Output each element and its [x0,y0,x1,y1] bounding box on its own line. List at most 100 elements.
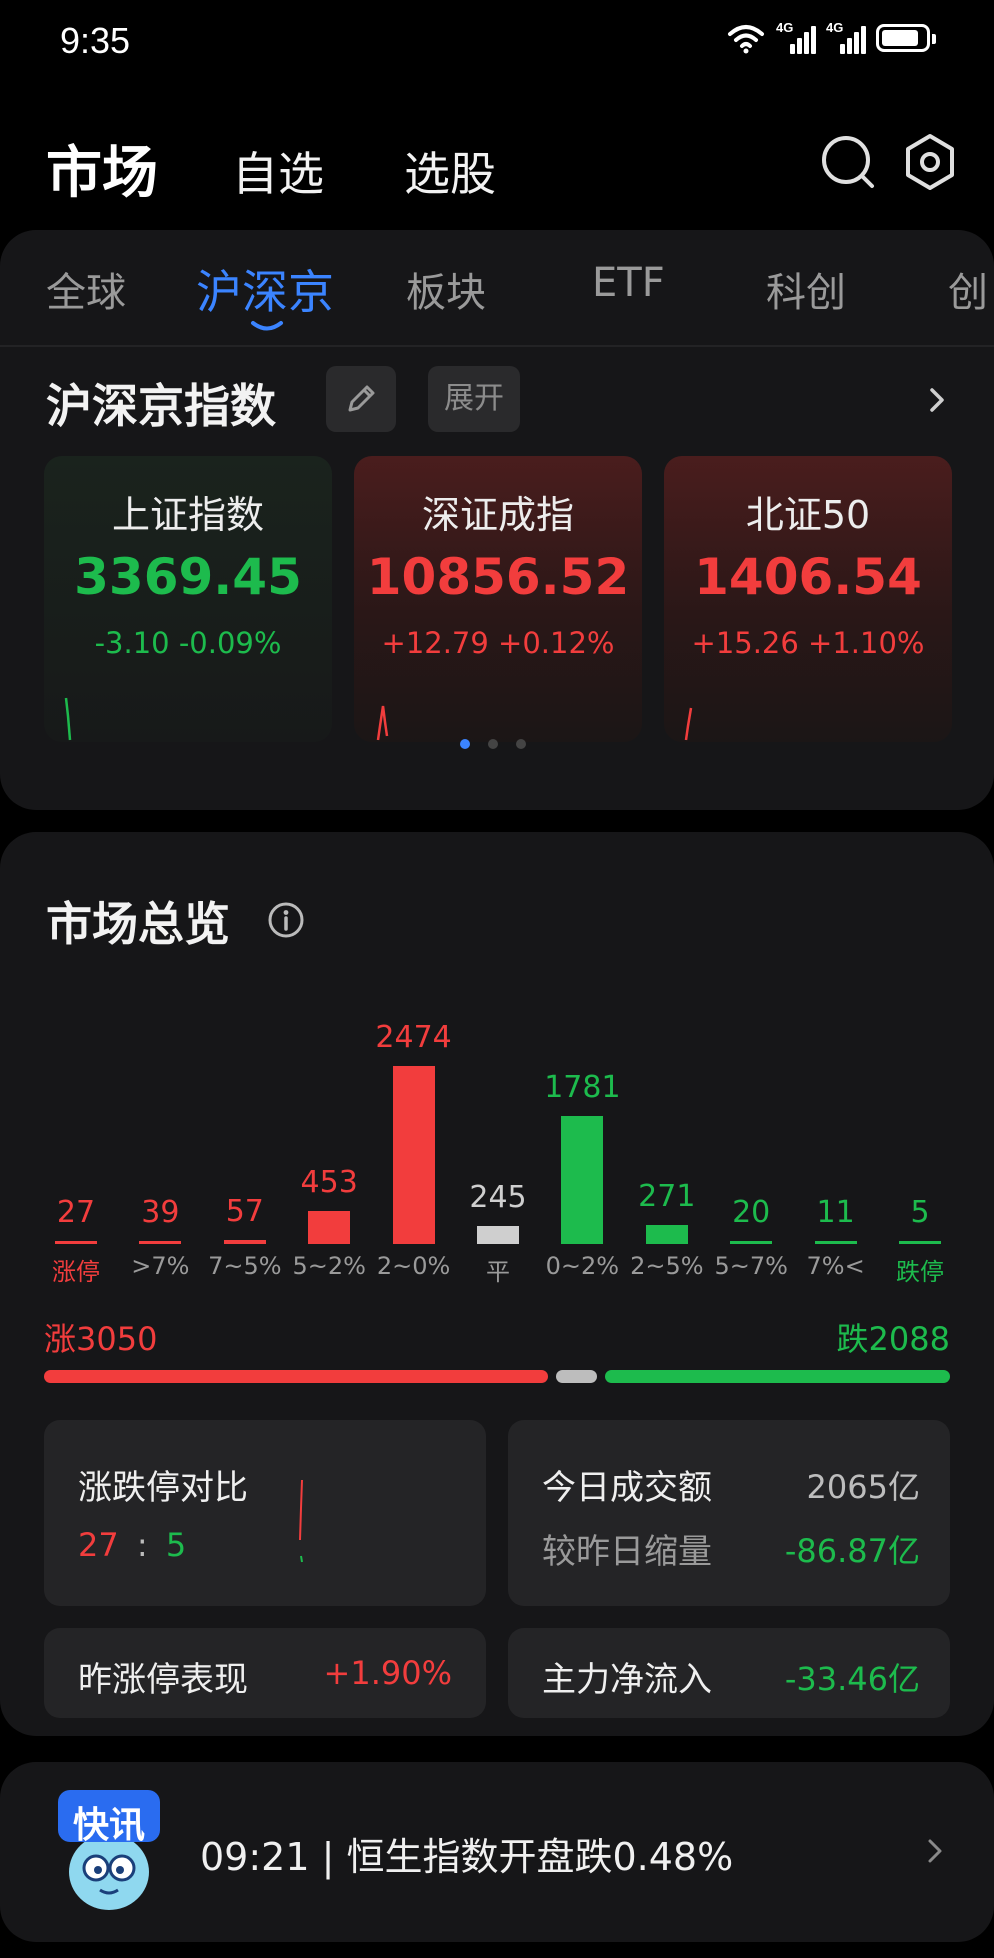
limit-ratio-box[interactable]: 涨跌停对比 27 : 5 [44,1420,486,1606]
chart-bar [55,1241,97,1244]
index-sparkline [64,697,72,741]
index-value: 10856.52 [366,548,630,606]
page-title[interactable]: 市场 [46,128,158,209]
signal-label: 4G [776,20,794,35]
index-sparkline [376,705,389,741]
settings-icon[interactable] [898,130,962,194]
divider [0,345,994,347]
turnover-box[interactable]: 今日成交额 2065亿 较昨日缩量 -86.87亿 [508,1420,950,1606]
header: 市场 自选 选股 [0,110,994,210]
tab-stock-picker[interactable]: 选股 [404,138,496,204]
battery-icon [876,24,936,52]
index-sparkline [684,707,693,741]
chevron-right-icon[interactable] [920,1836,950,1866]
chart-bar [308,1211,351,1244]
index-name: 北证50 [745,493,871,537]
tab-hushenjing[interactable]: 沪深京 [196,256,334,322]
chart-bar [899,1241,941,1244]
limit-ratio-values: 27 : 5 [78,1526,186,1564]
index-value: 1406.54 [694,548,922,606]
signal-4g-icon: 4G [826,20,866,54]
index-name: 深证成指 [421,493,574,537]
tab-sectors[interactable]: 板块 [406,260,486,318]
wifi-icon [728,25,764,54]
status-icons: 4G 4G [726,20,936,54]
bar-category-label: 涨停 [52,1258,100,1286]
tab-etf[interactable]: ETF [592,260,665,306]
chart-bar [645,1225,688,1244]
index-card-sse[interactable]: 上证指数 3369.45 -3.10 -0.09% [44,456,332,742]
tab-global[interactable]: 全球 [46,260,126,318]
yesterday-limit-label: 昨涨停表现 [78,1660,248,1700]
bar-value-label: 245 [469,1180,527,1215]
chart-bar [730,1241,773,1244]
index-change: +15.26 +1.10% [691,626,925,660]
expand-button[interactable]: 展开 [428,366,520,432]
turnover-compare-label: 较昨日缩量 [542,1532,712,1572]
main-inflow-box[interactable]: 主力净流入 -33.46亿 [508,1628,950,1718]
chart-bar [139,1241,182,1244]
chart-bar [223,1240,266,1244]
chart-bar [561,1116,604,1244]
bar-value-label: 11 [816,1195,855,1230]
status-time: 9:35 [60,20,131,61]
bar-category-label: 2~0% [376,1252,451,1280]
bar-value-label: 1781 [544,1070,621,1105]
signal-label: 4G [826,20,844,35]
bar-category-label: 5~7% [714,1252,788,1280]
rise-count: 涨3050 [44,1320,158,1358]
page-dot[interactable] [516,739,526,749]
ratio-separator: : [136,1526,148,1564]
turnover-value: 2065亿 [806,1468,920,1506]
market-tabs: 全球 沪深京 板块 ETF 科创 创 [0,230,994,345]
indices-card: 全球 沪深京 板块 ETF 科创 创 沪深京指数 展开 上证指数 3369.45 [0,230,994,810]
bar-value-label: 39 [141,1195,180,1230]
bar-category-label: 7%< [806,1252,865,1280]
turnover-label: 今日成交额 [542,1468,712,1508]
index-value: 3369.45 [74,548,302,606]
chart-bar [477,1226,519,1244]
yesterday-limit-value: +1.90% [323,1654,452,1692]
status-bar: 9:35 4G 4G [0,0,994,86]
limit-ratio-sparkline [299,1479,303,1563]
edit-button[interactable] [326,366,396,432]
chart-bar [392,1066,435,1244]
bar-category-label: 平 [486,1258,510,1286]
battery-level [882,30,918,46]
bar-category-label: 7~5% [208,1252,282,1280]
index-change: -3.10 -0.09% [94,626,282,660]
chart-bar [814,1241,857,1244]
tab-star-market[interactable]: 科创 [766,260,846,318]
bar-value-label: 453 [300,1165,358,1200]
bar-value-label: 5 [910,1195,930,1230]
active-tab-indicator [251,321,283,331]
bar-category-label: 2~5% [630,1252,704,1280]
page-dot[interactable] [460,739,470,749]
index-card-bse50[interactable]: 北证50 1406.54 +15.26 +1.10% [664,456,952,742]
tab-watchlist[interactable]: 自选 [232,138,324,204]
flat-segment [556,1370,597,1383]
indices-title: 沪深京指数 [46,379,276,433]
chevron-right-icon[interactable] [922,385,952,415]
yesterday-limit-box[interactable]: 昨涨停表现 +1.90% [44,1628,486,1718]
main-inflow-label: 主力净流入 [542,1660,712,1700]
page-dot[interactable] [488,739,498,749]
limit-down-count: 5 [165,1526,187,1564]
index-change: +12.79 +0.12% [381,626,615,660]
fall-segment [605,1370,950,1383]
bar-value-label: 20 [732,1195,771,1230]
bar-category-label: 5~2% [292,1252,366,1280]
bar-value-label: 271 [638,1179,696,1214]
tab-chinext[interactable]: 创 [948,260,988,318]
news-headline[interactable]: 09:21 | 恒生指数开盘跌0.48% [200,1826,733,1881]
index-card-szse[interactable]: 深证成指 10856.52 +12.79 +0.12% [354,456,642,742]
news-badge: 快讯 [72,1805,145,1846]
index-name: 上证指数 [111,493,264,537]
bar-category-label: 0~2% [545,1252,620,1280]
news-card[interactable]: 快讯 09:21 | 恒生指数开盘跌0.48% [0,1762,994,1942]
limit-ratio-label: 涨跌停对比 [78,1468,248,1508]
bar-value-label: 2474 [375,1020,452,1055]
bar-value-label: 57 [225,1194,264,1229]
search-icon[interactable] [816,130,880,194]
screen: 9:35 4G 4G 市场 自选 选股 全球 沪深京 板块 ETF 科创 创 沪… [0,0,994,1958]
